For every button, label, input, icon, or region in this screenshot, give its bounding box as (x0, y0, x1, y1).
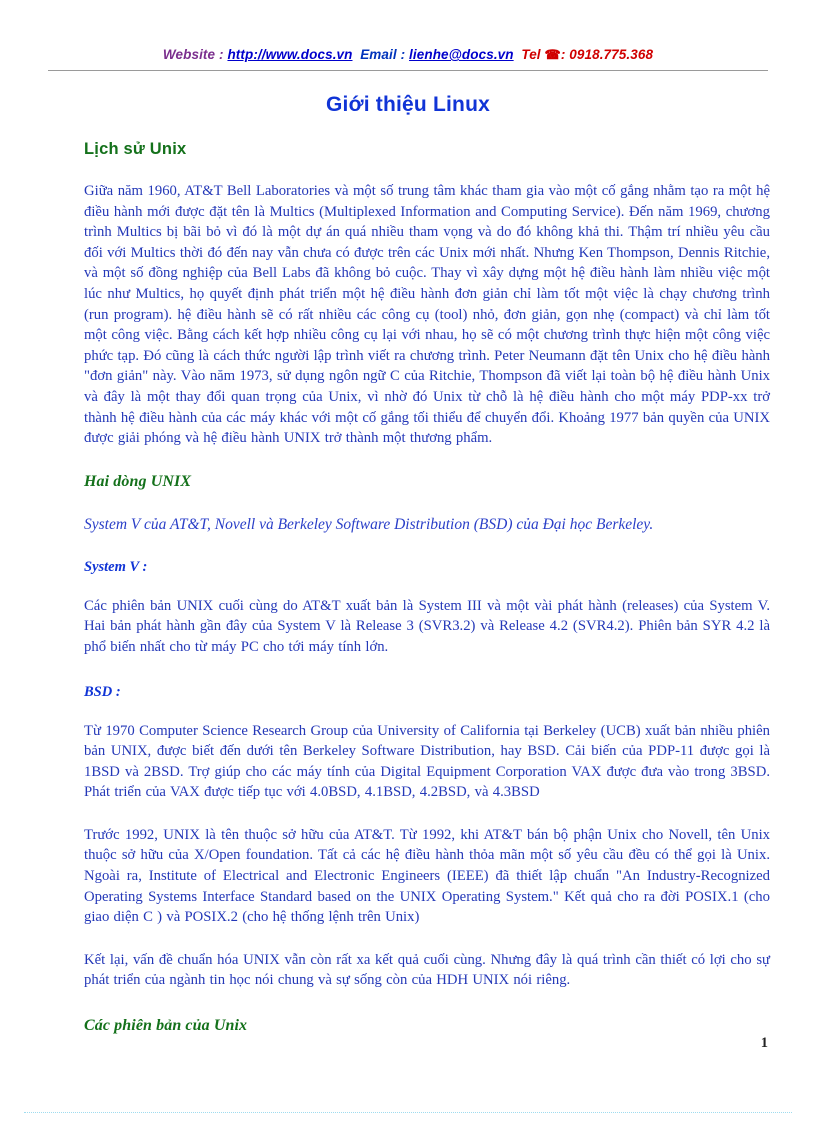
paragraph-system-v: Các phiên bản UNIX cuối cùng do AT&T xuấ… (84, 597, 770, 655)
phone-icon: ☎ (544, 47, 561, 62)
header-email-separator: : (396, 47, 410, 62)
header-divider (48, 70, 768, 71)
heading-lich-su-unix: Lịch sử Unix (84, 140, 187, 158)
paragraph-bsd-2: Trước 1992, UNIX là tên thuộc sở hữu của… (84, 826, 770, 926)
lead-hai-dong-unix: System V của AT&T, Novell và Berkeley So… (84, 515, 654, 533)
paragraph-bsd-1: Từ 1970 Computer Science Research Group … (84, 722, 770, 801)
page-number: 1 (760, 1035, 768, 1051)
header-website-label: Website (162, 47, 216, 62)
document-header: Website : http://www.docs.vn Email : lie… (0, 45, 816, 65)
header-email-address[interactable]: lienhe@docs.vn (409, 47, 514, 62)
heading-hai-dong-unix: Hai dòng UNIX (84, 472, 192, 490)
paragraph-bsd-3: Kết lại, vấn đề chuẩn hóa UNIX vẫn còn r… (84, 951, 770, 989)
footer-divider (24, 1112, 792, 1113)
page-title: Giới thiệu Linux (326, 93, 490, 116)
header-website-separator: : (215, 47, 228, 62)
header-phone-number: 0918.775.368 (569, 47, 654, 62)
header-tel-separator: : (560, 47, 570, 62)
header-tel-label: Tel (521, 47, 541, 62)
header-website-url[interactable]: http://www.docs.vn (227, 47, 352, 62)
document-page: Website : http://www.docs.vn Email : lie… (0, 0, 816, 1123)
header-contact-line: Website : http://www.docs.vn Email : lie… (163, 47, 653, 62)
document-body: Lịch sử Unix Giữa năm 1960, AT&T Bell La… (84, 140, 770, 1035)
paragraph-lich-su-unix: Giữa năm 1960, AT&T Bell Laboratories và… (84, 183, 770, 447)
subheading-bsd: BSD : (84, 683, 121, 700)
header-email-label: Email (360, 47, 397, 62)
heading-cac-phien-ban: Các phiên bản của Unix (84, 1017, 248, 1035)
subheading-system-v: System V : (84, 558, 148, 575)
